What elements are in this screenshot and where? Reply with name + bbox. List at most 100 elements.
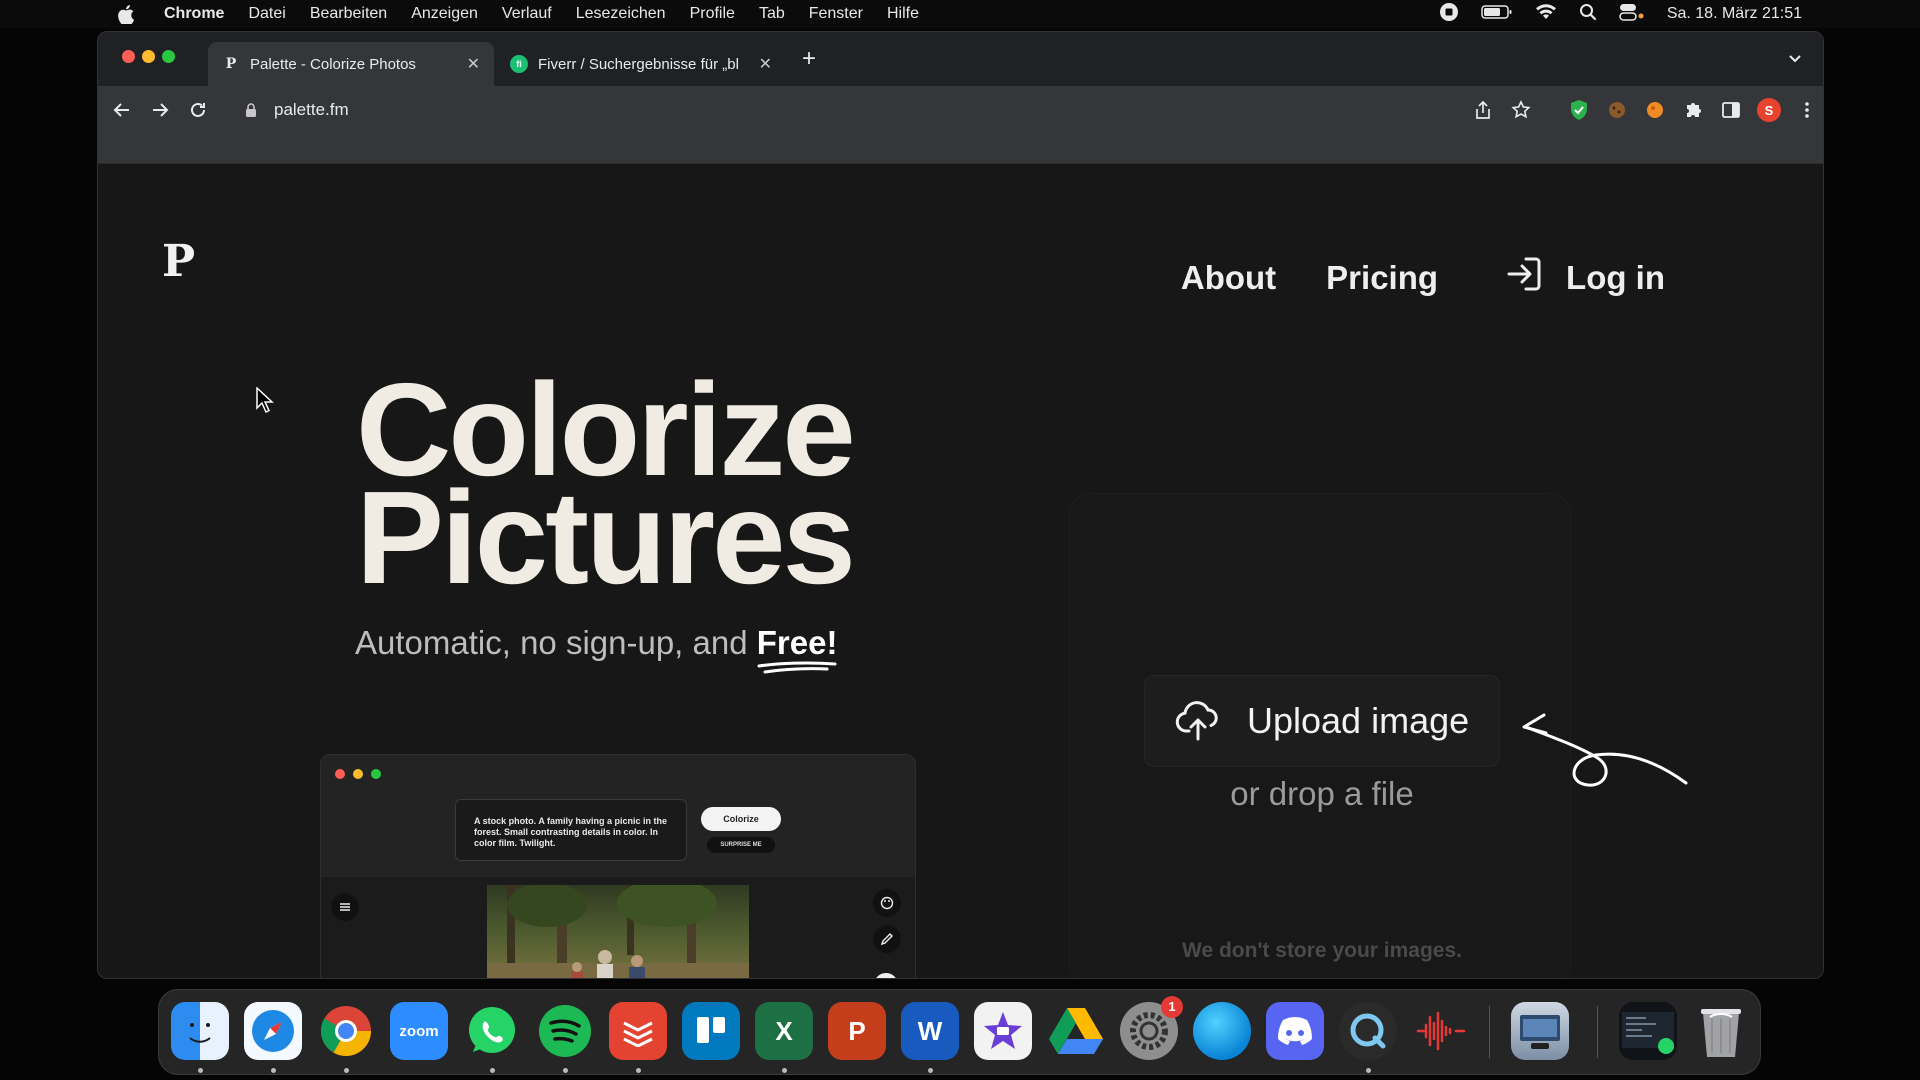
nav-login-link[interactable]: Log in	[1504, 254, 1665, 302]
maximize-window-button[interactable]	[162, 50, 175, 63]
hero-title: Colorize Pictures	[356, 364, 856, 611]
dock-quicktime-icon[interactable]	[1339, 1002, 1397, 1060]
dock-voice-memos-icon[interactable]	[1412, 1002, 1470, 1060]
preview-menu-icon	[331, 893, 359, 921]
control-center-icon[interactable]	[1619, 3, 1645, 26]
menu-lesezeichen[interactable]: Lesezeichen	[576, 5, 666, 23]
fiverr-favicon-icon: fi	[510, 55, 528, 73]
reload-icon[interactable]	[184, 96, 212, 124]
dock-trello-icon[interactable]	[682, 1002, 740, 1060]
dock-imovie-icon[interactable]	[974, 1002, 1032, 1060]
menu-verlauf[interactable]: Verlauf	[502, 5, 552, 23]
dock-whatsapp-icon[interactable]	[463, 1002, 521, 1060]
powerpoint-label: P	[848, 1015, 866, 1046]
dock-preview-window-icon[interactable]	[1511, 1002, 1569, 1060]
upload-image-label: Upload image	[1247, 700, 1470, 741]
screen: Chrome Datei Bearbeiten Anzeigen Verlauf…	[0, 0, 1920, 1080]
screen-record-icon[interactable]	[1439, 2, 1459, 27]
dock-minimized-window-icon[interactable]	[1619, 1002, 1677, 1060]
menu-bearbeiten[interactable]: Bearbeiten	[310, 5, 387, 23]
preview-palette-icon	[873, 889, 901, 917]
shield-extension-icon[interactable]	[1567, 98, 1591, 122]
hero-subtitle-free-text: Free!	[756, 624, 838, 661]
tab-palette[interactable]: P Palette - Colorize Photos ✕	[208, 42, 494, 86]
dock-google-drive-icon[interactable]	[1047, 1002, 1105, 1060]
dock-trash-icon[interactable]	[1692, 1002, 1750, 1060]
dock-zoom-icon[interactable]: zoom	[390, 1002, 448, 1060]
hero-subtitle-free: Free!	[756, 624, 838, 674]
side-panel-icon[interactable]	[1719, 98, 1743, 122]
dock-separator	[1597, 1006, 1598, 1058]
zoom-label: zoom	[399, 1022, 439, 1040]
dock-blue-app-icon[interactable]	[1193, 1002, 1251, 1060]
minimize-window-button[interactable]	[142, 50, 155, 63]
dock-word-icon[interactable]: W	[901, 1002, 959, 1060]
palette-favicon-icon: P	[225, 56, 237, 72]
close-tab-icon[interactable]: ✕	[759, 54, 772, 74]
wifi-icon[interactable]	[1535, 3, 1557, 25]
menu-anzeigen[interactable]: Anzeigen	[411, 5, 478, 23]
quicktime-running-indicator	[1366, 1068, 1371, 1073]
menu-tab[interactable]: Tab	[759, 5, 785, 23]
preview-undo-redo-icon	[874, 973, 898, 978]
dock-discord-icon[interactable]	[1266, 1002, 1324, 1060]
macos-dock: zoom X P W 1	[158, 989, 1761, 1075]
tab-search-chevron-down-icon[interactable]	[1783, 46, 1807, 70]
dock-finder-icon[interactable]	[171, 1002, 229, 1060]
spotlight-search-icon[interactable]	[1579, 3, 1597, 26]
apple-icon[interactable]	[118, 4, 138, 24]
cookie-extension-icon[interactable]	[1605, 98, 1629, 122]
site-logo[interactable]: P	[162, 236, 195, 287]
address-bar[interactable]: palette.fm	[230, 92, 1570, 128]
orange-extension-icon[interactable]	[1643, 98, 1667, 122]
bookmark-star-icon[interactable]	[1509, 98, 1533, 122]
close-window-button[interactable]	[122, 50, 135, 63]
menu-hilfe[interactable]: Hilfe	[887, 5, 919, 23]
dock-todoist-icon[interactable]	[609, 1002, 667, 1060]
hero-title-line-2: Pictures	[356, 464, 856, 611]
more-menu-icon[interactable]	[1795, 98, 1819, 122]
extensions-puzzle-icon[interactable]	[1681, 98, 1705, 122]
login-label: Log in	[1566, 259, 1665, 296]
dock-spotify-icon[interactable]	[536, 1002, 594, 1060]
hand-drawn-arrow-icon	[1516, 709, 1696, 804]
new-tab-button[interactable]: +	[796, 46, 822, 72]
preview-family-photo	[487, 885, 749, 978]
dock-powerpoint-icon[interactable]: P	[828, 1002, 886, 1060]
nav-about-link[interactable]: About	[1181, 259, 1276, 297]
menu-fenster[interactable]: Fenster	[809, 5, 863, 23]
profile-avatar[interactable]: S	[1757, 98, 1781, 122]
menubar-clock[interactable]: Sa. 18. März 21:51	[1667, 5, 1802, 23]
preview-green-dot	[371, 769, 381, 779]
browser-window: P Palette - Colorize Photos ✕ fi Fiverr …	[97, 31, 1824, 979]
menu-datei[interactable]: Datei	[248, 5, 285, 23]
safari-running-indicator	[271, 1068, 276, 1073]
dock-safari-icon[interactable]	[244, 1002, 302, 1060]
site-nav: About Pricing Log in	[1181, 254, 1665, 302]
bookmark-bar	[98, 134, 1823, 164]
drop-file-text: or drop a file	[1230, 775, 1414, 812]
tab-title: Fiverr / Suchergebnisse für „bl	[538, 55, 739, 73]
word-label: W	[917, 1015, 943, 1046]
cloud-upload-icon	[1175, 701, 1218, 741]
preview-pencil-icon	[873, 925, 901, 953]
close-tab-icon[interactable]: ✕	[467, 54, 480, 74]
nav-pricing-link[interactable]: Pricing	[1326, 259, 1438, 297]
mouse-cursor-icon	[256, 386, 274, 414]
hero-subtitle-text: Automatic, no sign-up, and	[355, 624, 757, 661]
menu-profile[interactable]: Profile	[690, 5, 735, 23]
back-arrow-icon[interactable]	[108, 96, 136, 124]
battery-icon[interactable]	[1481, 4, 1513, 25]
lock-icon[interactable]	[244, 102, 260, 118]
share-icon[interactable]	[1471, 98, 1495, 122]
dock-chrome-icon[interactable]	[317, 1002, 375, 1060]
forward-arrow-icon[interactable]	[146, 96, 174, 124]
word-running-indicator	[928, 1068, 933, 1073]
tab-fiverr[interactable]: fi Fiverr / Suchergebnisse für „bl ✕	[496, 42, 786, 86]
preview-prompt-text: A stock photo. A family having a picnic …	[455, 799, 687, 861]
menu-app-name[interactable]: Chrome	[164, 5, 224, 23]
spotify-running-indicator	[563, 1068, 568, 1073]
upload-image-button[interactable]: Upload image	[1144, 675, 1500, 767]
dock-excel-icon[interactable]: X	[755, 1002, 813, 1060]
url-text[interactable]: palette.fm	[274, 100, 349, 120]
